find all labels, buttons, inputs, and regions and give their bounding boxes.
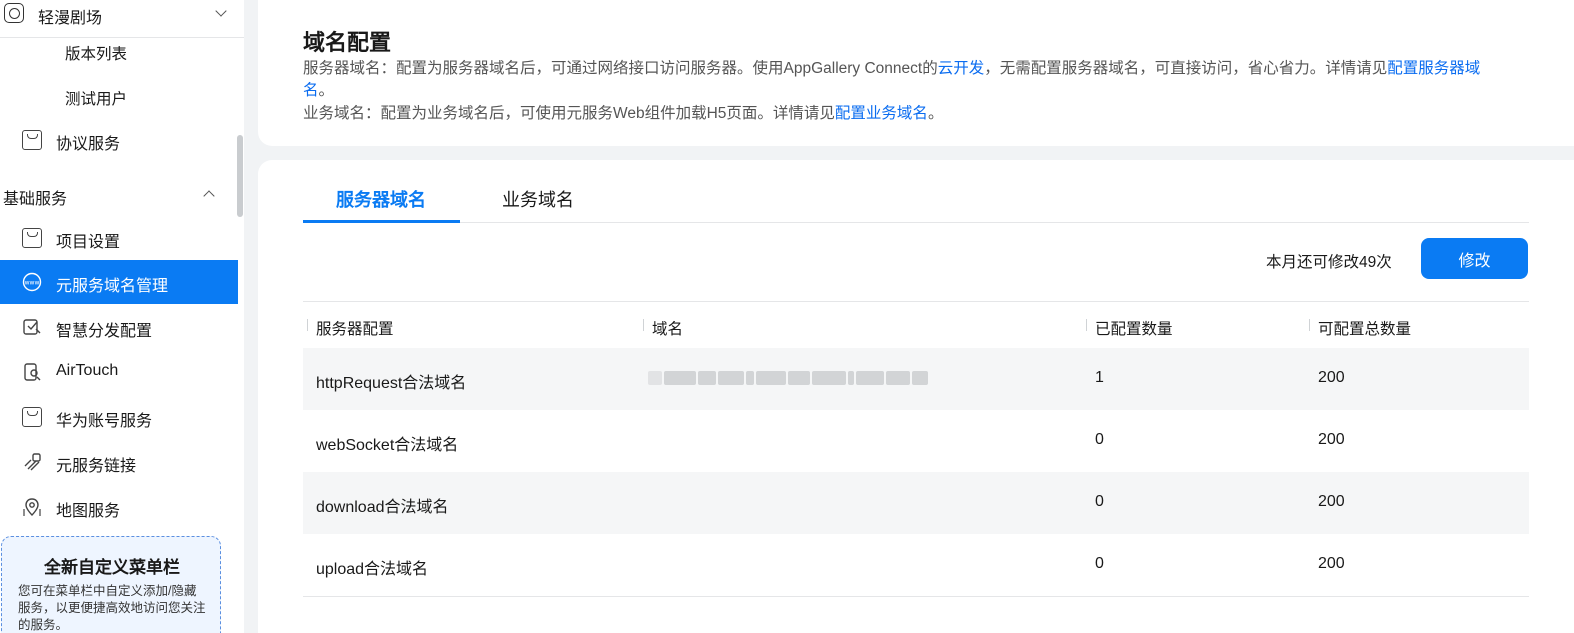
- cell-total: 200: [1318, 555, 1345, 572]
- sidebar-item-project-settings[interactable]: 项目设置: [0, 216, 238, 260]
- app-name: 轻漫剧场: [38, 10, 103, 27]
- desc-text: 。: [318, 82, 335, 99]
- app-selector[interactable]: 轻漫剧场: [0, 0, 244, 38]
- table-row: upload合法域名 0 200: [303, 534, 1529, 596]
- column-header-configured: 已配置数量: [1095, 321, 1173, 338]
- sidebar-item-label: 项目设置: [56, 234, 121, 251]
- sidebar-item-version-list[interactable]: 版本列表: [65, 42, 127, 64]
- desc-text: 业务域名：配置为业务域名后，可使用元服务Web组件加载H5页面。详情请见: [303, 105, 835, 122]
- server-domain-desc: 服务器域名：配置为服务器域名后，可通过网络接口访问服务器。使用AppGaller…: [303, 58, 1513, 102]
- distribution-icon: [23, 319, 41, 335]
- phone-touch-icon: [24, 363, 41, 381]
- cell-config: webSocket合法域名: [316, 437, 459, 454]
- page-title: 域名配置: [303, 30, 392, 55]
- sidebar-item-label: 智慧分发配置: [56, 323, 153, 340]
- column-header-total: 可配置总数量: [1318, 321, 1412, 338]
- sidebar-item-label: 协议服务: [56, 136, 121, 153]
- sidebar-item-label: 元服务域名管理: [56, 278, 169, 295]
- chevron-up-icon[interactable]: [203, 190, 215, 202]
- desc-text: 服务器域名：配置为服务器域名后，可通过网络接口访问服务器。使用AppGaller…: [303, 60, 938, 77]
- desc-text: ，无需配置服务器域名，可直接访问，省心省力。详情请见: [984, 60, 1388, 77]
- domain-table: 服务器配置 域名 已配置数量 可配置总数量 httpRequest合法域名 1 …: [303, 301, 1529, 597]
- modify-button[interactable]: 修改: [1421, 238, 1528, 279]
- cell-configured: 0: [1095, 555, 1104, 572]
- sidebar-item-label: 华为账号服务: [56, 413, 153, 430]
- sidebar: 轻漫剧场 版本列表 测试用户 协议服务 基础服务 项目设置 www 元服务域名管…: [0, 0, 244, 633]
- table-row: httpRequest合法域名 1 200: [303, 348, 1529, 410]
- cell-total: 200: [1318, 493, 1345, 510]
- sidebar-item-map-service[interactable]: 地图服务: [0, 485, 238, 529]
- app-logo-icon: [4, 3, 24, 23]
- cell-config: download合法域名: [316, 499, 449, 516]
- cell-configured: 0: [1095, 431, 1104, 448]
- sidebar-item-smart-distribution[interactable]: 智慧分发配置: [0, 305, 238, 349]
- sidebar-item-huawei-account[interactable]: 华为账号服务: [0, 395, 238, 439]
- sidebar-item-airtouch[interactable]: AirTouch: [0, 350, 238, 394]
- cell-total: 200: [1318, 369, 1345, 386]
- column-header-config: 服务器配置: [316, 321, 394, 338]
- column-header-domain: 域名: [652, 321, 684, 338]
- quota-text: 本月还可修改49次: [1266, 254, 1392, 271]
- cell-configured: 1: [1095, 369, 1104, 386]
- sidebar-item-test-users[interactable]: 测试用户: [65, 87, 127, 109]
- business-domain-desc: 业务域名：配置为业务域名后，可使用元服务Web组件加载H5页面。详情请见配置业务…: [303, 103, 1513, 125]
- bag-icon: [22, 130, 42, 150]
- www-globe-icon: www: [22, 272, 42, 292]
- active-tab-indicator: [303, 220, 460, 223]
- promo-title: 全新自定义菜单栏: [44, 558, 180, 577]
- redacted-domain: [648, 370, 943, 386]
- column-divider: [1086, 319, 1087, 331]
- tab-server-domain[interactable]: 服务器域名: [336, 186, 426, 212]
- promo-desc: 您可在菜单栏中自定义添加/隐藏服务，以更便捷高效地访问您关注的服务。: [18, 584, 206, 632]
- main-card: 服务器域名 业务域名 本月还可修改49次 修改 服务器配置 域名 已配置数量 可…: [258, 160, 1574, 633]
- svg-text:www: www: [25, 280, 40, 287]
- sidebar-item-domain-management[interactable]: www 元服务域名管理: [0, 260, 238, 304]
- bag-icon: [22, 407, 42, 427]
- configure-server-domain-link-cont[interactable]: 名: [303, 82, 319, 99]
- column-divider: [307, 319, 308, 331]
- table-header: 服务器配置 域名 已配置数量 可配置总数量: [303, 302, 1529, 348]
- sidebar-item-protocol-service[interactable]: 协议服务: [0, 118, 238, 162]
- group-title-basic-services[interactable]: 基础服务: [3, 185, 67, 209]
- map-pin-icon: [23, 498, 41, 516]
- configure-server-domain-link[interactable]: 配置服务器域: [1387, 60, 1480, 77]
- link-icon: [24, 453, 41, 471]
- table-row: webSocket合法域名 0 200: [303, 410, 1529, 472]
- tab-bar: 服务器域名 业务域名: [303, 180, 1529, 223]
- cell-config: httpRequest合法域名: [316, 375, 467, 392]
- header-card: 域名配置 服务器域名：配置为服务器域名后，可通过网络接口访问服务器。使用AppG…: [258, 0, 1574, 146]
- cell-config: upload合法域名: [316, 561, 429, 578]
- sidebar-item-label: AirTouch: [56, 362, 119, 379]
- cell-total: 200: [1318, 431, 1345, 448]
- sidebar-item-label: 元服务链接: [56, 458, 137, 475]
- column-divider: [1309, 319, 1310, 331]
- promo-card[interactable]: 全新自定义菜单栏 您可在菜单栏中自定义添加/隐藏服务，以更便捷高效地访问您关注的…: [1, 536, 221, 633]
- desc-text: 。: [927, 105, 944, 122]
- sidebar-item-service-link[interactable]: 元服务链接: [0, 440, 238, 484]
- chevron-down-icon[interactable]: [215, 5, 227, 17]
- tab-business-domain[interactable]: 业务域名: [502, 186, 574, 212]
- table-bottom-border: [303, 596, 1529, 597]
- configure-business-domain-link[interactable]: 配置业务域名: [835, 105, 928, 122]
- sidebar-scrollbar[interactable]: [237, 135, 243, 217]
- column-divider: [643, 319, 644, 331]
- sidebar-item-label: 地图服务: [56, 503, 121, 520]
- cloud-dev-link[interactable]: 云开发: [938, 60, 985, 77]
- bag-icon: [22, 228, 42, 248]
- table-row: download合法域名 0 200: [303, 472, 1529, 534]
- cell-configured: 0: [1095, 493, 1104, 510]
